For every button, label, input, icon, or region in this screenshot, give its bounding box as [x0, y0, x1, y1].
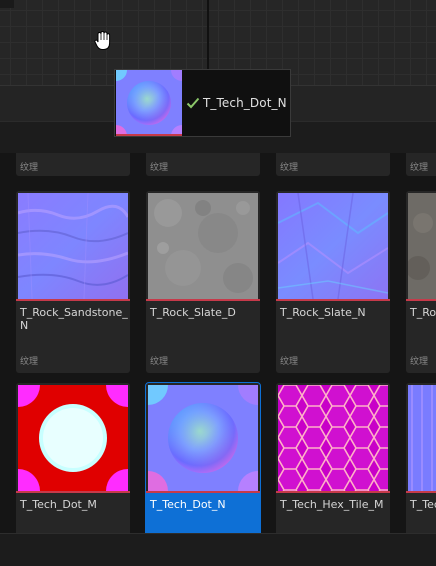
- asset-type-label: 纹理: [150, 163, 169, 173]
- texture-type-strip: [16, 491, 130, 493]
- asset-name: T_Tech_Dot_M: [20, 498, 97, 511]
- asset-type-label: 纹理: [410, 163, 429, 173]
- texture-type-strip: [146, 299, 260, 301]
- texture-thumbnail: [148, 385, 258, 491]
- texture-thumbnail: [408, 193, 436, 299]
- checkmark-icon: [186, 97, 200, 109]
- asset-tile[interactable]: 纹理: [16, 153, 130, 176]
- texture-thumbnail: [278, 193, 388, 299]
- asset-name: T_Rock_Sandstone_N: [20, 306, 128, 332]
- asset-name: T_Rock_Slate_D: [150, 306, 236, 319]
- asset-name: T_Rock_Slate_N: [280, 306, 366, 319]
- asset-tile[interactable]: 纹理: [146, 153, 260, 176]
- texture-type-strip: [276, 491, 390, 493]
- texture-type-strip: [16, 299, 130, 301]
- asset-tile[interactable]: 纹理: [406, 153, 436, 176]
- asset-tile[interactable]: T_Tech_: [406, 383, 436, 533]
- status-bar: [0, 533, 436, 566]
- texture-type-strip: [146, 491, 260, 493]
- asset-type-label: 纹理: [280, 357, 299, 367]
- asset-type-label: 纹理: [20, 357, 39, 367]
- texture-thumbnail: [18, 193, 128, 299]
- asset-tile[interactable]: T_Rock_Slate_N 纹理: [276, 191, 390, 373]
- asset-tile[interactable]: 纹理: [276, 153, 390, 176]
- texture-thumbnail: [278, 385, 388, 491]
- asset-tile[interactable]: T_Tech_Hex_Tile_M: [276, 383, 390, 533]
- asset-tile[interactable]: T_Tech_Dot_M: [16, 383, 130, 533]
- texture-thumbnail: [148, 193, 258, 299]
- texture-type-strip: [276, 299, 390, 301]
- asset-name: T_Tech_Dot_N: [150, 498, 226, 511]
- texture-thumbnail: [18, 385, 128, 491]
- asset-tile[interactable]: T_Rock_Slate_D 纹理: [146, 191, 260, 373]
- asset-type-label: 纹理: [20, 163, 39, 173]
- asset-type-label: 纹理: [410, 357, 429, 367]
- asset-name: T_Tech_Hex_Tile_M: [280, 498, 384, 511]
- hand-cursor-icon: [94, 30, 111, 50]
- texture-type-strip: [406, 299, 436, 301]
- asset-name: T_Tech_: [410, 498, 436, 511]
- asset-type-label: 纹理: [150, 357, 169, 367]
- asset-tile-selected[interactable]: T_Tech_Dot_N: [145, 382, 261, 533]
- asset-tile[interactable]: T_Rock_Sandstone_N 纹理: [16, 191, 130, 373]
- graph-node-fragment: [0, 0, 14, 8]
- texture-type-strip: [406, 491, 436, 493]
- drag-asset-name: T_Tech_Dot_N: [203, 96, 287, 110]
- texture-thumbnail: [408, 385, 436, 491]
- asset-grid[interactable]: 纹理 纹理 纹理 纹理 T_Rock_Sandstone_N 纹理 T_Rock…: [0, 153, 436, 533]
- asset-type-label: 纹理: [280, 163, 299, 173]
- drag-thumbnail: [116, 70, 182, 136]
- drag-drop-preview: T_Tech_Dot_N: [114, 69, 291, 137]
- asset-tile[interactable]: T_Rock_Granite 纹理: [406, 191, 436, 373]
- asset-name: T_Rock_Granite: [410, 306, 436, 319]
